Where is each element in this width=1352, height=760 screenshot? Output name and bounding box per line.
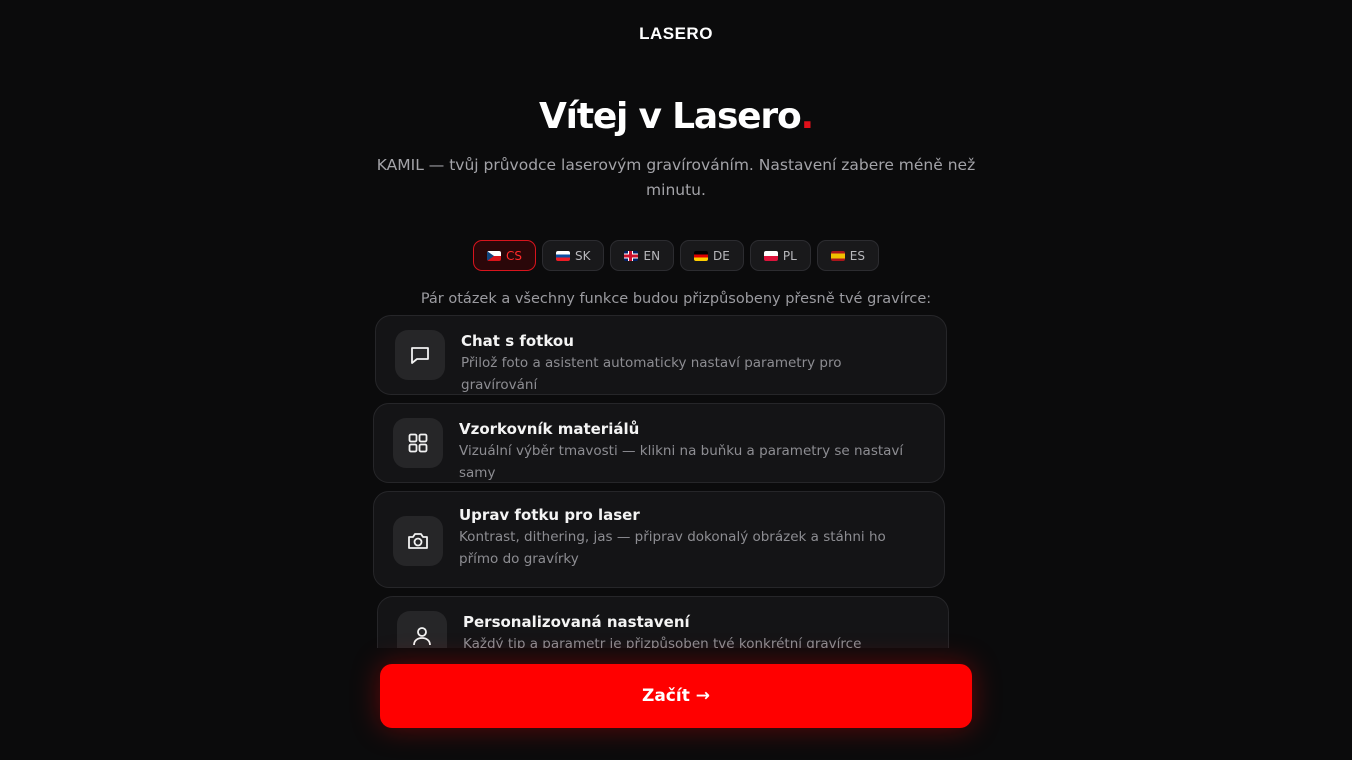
language-cs-button[interactable]: CS (472, 240, 536, 271)
feature-card-personalized: Personalizovaná nastavení Každý tip a pa… (377, 596, 949, 648)
es-flag-icon (830, 250, 845, 261)
pl-flag-icon (763, 250, 778, 261)
page-subtitle: KAMIL — tvůj průvodce laserovým gravírov… (376, 156, 976, 199)
de-flag-icon (694, 250, 709, 261)
language-label: CS (505, 248, 522, 263)
language-label: DE (713, 248, 730, 263)
language-label: EN (643, 248, 661, 263)
feature-card-chat: Chat s fotkou Přilož foto a asistent aut… (375, 315, 947, 395)
camera-icon (393, 516, 443, 566)
feature-card-swatches: Vzorkovník materiálů Vizuální výběr tmav… (373, 403, 945, 483)
gb-flag-icon (624, 250, 639, 261)
language-en-button[interactable]: EN (610, 240, 675, 271)
feature-description: Kontrast, dithering, jas — připrav dokon… (459, 529, 886, 567)
feature-title: Vzorkovník materiálů (459, 420, 640, 438)
feature-description: Přilož foto a asistent automaticky nasta… (461, 355, 842, 393)
feature-description: Každý tip a parametr je přizpůsoben tvé … (463, 636, 862, 648)
language-switcher: CS SK EN DE PL ES (0, 240, 1352, 271)
feature-description: Vizuální výběr tmavosti — klikni na buňk… (459, 443, 904, 481)
language-de-button[interactable]: DE (680, 240, 744, 271)
title-text: Vítej v Lasero (539, 96, 802, 137)
feature-card-photo-edit: Uprav fotku pro laser Kontrast, ditherin… (373, 491, 945, 588)
intro-text: Pár otázek a všechny funkce budou přizpů… (420, 291, 932, 307)
feature-title: Uprav fotku pro laser (459, 506, 640, 524)
feature-list[interactable]: Chat s fotkou Přilož foto a asistent aut… (360, 310, 960, 648)
start-button[interactable]: Začít → (380, 664, 972, 728)
language-sk-button[interactable]: SK (541, 240, 605, 271)
page-title: Vítej v Lasero. (0, 96, 1352, 137)
language-label: PL (782, 248, 797, 263)
language-label: ES (849, 248, 865, 263)
sk-flag-icon (555, 250, 570, 261)
brand-logo: LASERO (639, 24, 713, 43)
language-es-button[interactable]: ES (816, 240, 879, 271)
language-label: SK (574, 248, 591, 263)
user-icon (397, 611, 447, 648)
language-pl-button[interactable]: PL (749, 240, 811, 271)
grid-icon (393, 418, 443, 468)
feature-title: Personalizovaná nastavení (463, 613, 690, 631)
title-accent-dot: . (800, 96, 814, 137)
feature-title: Chat s fotkou (461, 332, 574, 350)
cz-flag-icon (486, 250, 501, 261)
chat-bubble-icon (395, 330, 445, 380)
